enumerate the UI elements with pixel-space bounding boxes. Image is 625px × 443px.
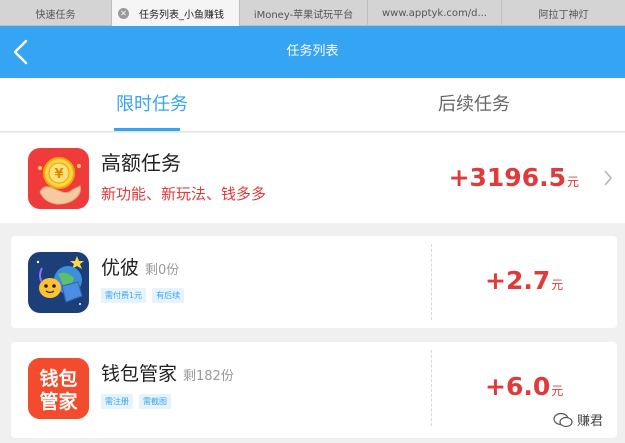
browser-tab[interactable]: www.apptyk.com/d... [368, 0, 502, 26]
tag-badge: 需注册 [101, 394, 133, 409]
app-name: 优彼 剩0份 [101, 253, 179, 280]
featured-reward: +3196.5元 [449, 163, 579, 192]
browser-tab[interactable]: 快速任务 [0, 0, 112, 26]
task-tags: 需注册 需截图 [101, 394, 171, 409]
tab-limited-tasks[interactable]: 限时任务 [62, 78, 242, 132]
wechat-icon [553, 412, 573, 427]
svg-text:钱包: 钱包 [39, 367, 77, 390]
reward-amount: +2.7 [485, 266, 551, 295]
task-card[interactable]: 钱包 管家 钱包管家 剩182份 需注册 需截图 +6.0元 [11, 342, 617, 438]
task-card[interactable]: 优彼 剩0份 需付费1元 有后续 +2.7元 [11, 236, 617, 328]
app-name-text: 优彼 [101, 257, 140, 279]
browser-tab-active[interactable]: ✕ 任务列表_小鱼赚钱 [112, 0, 240, 26]
browser-tab-strip: 快速任务 ✕ 任务列表_小鱼赚钱 iMoney-苹果试玩平台 www.appty… [0, 0, 625, 26]
segment-tabs: 限时任务 后续任务 [0, 78, 625, 132]
task-tags: 需付费1元 有后续 [101, 288, 185, 303]
reward-amount: +6.0 [485, 372, 551, 401]
watermark: 赚君 [553, 410, 603, 429]
tag-badge: 有后续 [152, 288, 185, 303]
tab-label: 阿拉丁神灯 [538, 9, 589, 21]
tag-badge: 需截图 [139, 394, 171, 409]
reward-amount: +3196.5 [448, 163, 566, 192]
tab-label: 任务列表_小鱼赚钱 [139, 9, 224, 21]
coin-hand-icon: ¥ [28, 148, 89, 209]
app-name-text: 钱包管家 [101, 363, 178, 385]
app-logo-text: 钱包 管家 [28, 358, 89, 419]
featured-subtitle: 新功能、新玩法、钱多多 [101, 185, 267, 203]
reward-unit: 元 [551, 278, 564, 292]
dashed-divider [431, 350, 432, 426]
watermark-text: 赚君 [576, 414, 603, 429]
svg-text:管家: 管家 [39, 390, 78, 413]
remaining-count: 剩0份 [145, 263, 180, 278]
remaining-count: 剩182份 [183, 369, 234, 384]
featured-task-card[interactable]: ¥ 高额任务 新功能、新玩法、钱多多 +3196.5元 [0, 133, 625, 223]
active-tab-indicator [114, 128, 180, 131]
browser-tab[interactable]: iMoney-苹果试玩平台 [240, 0, 368, 26]
app-nav-bar: 任务列表 [0, 26, 625, 78]
chevron-right-icon [604, 170, 613, 186]
dashed-divider [431, 244, 432, 320]
reward-unit: 元 [551, 384, 564, 398]
tab-label: 快速任务 [35, 9, 76, 21]
reward-unit: 元 [566, 175, 579, 189]
app-icon-wallet-manager: 钱包 管家 [28, 358, 89, 419]
featured-title: 高额任务 [101, 151, 181, 175]
tag-badge: 需付费1元 [101, 288, 147, 303]
tab-follow-up-tasks[interactable]: 后续任务 [384, 78, 564, 132]
close-tab-icon[interactable]: ✕ [118, 8, 129, 19]
page-title: 任务列表 [286, 44, 339, 59]
svg-text:¥: ¥ [54, 167, 63, 182]
app-icon-youbi [28, 252, 89, 313]
app-name: 钱包管家 剩182份 [101, 359, 234, 386]
task-reward: +6.0元 [485, 372, 563, 401]
tab-label: www.apptyk.com/d... [381, 7, 488, 19]
tab-label: iMoney-苹果试玩平台 [253, 9, 354, 21]
task-reward: +2.7元 [485, 266, 563, 295]
browser-tab[interactable]: 阿拉丁神灯 [502, 0, 625, 26]
